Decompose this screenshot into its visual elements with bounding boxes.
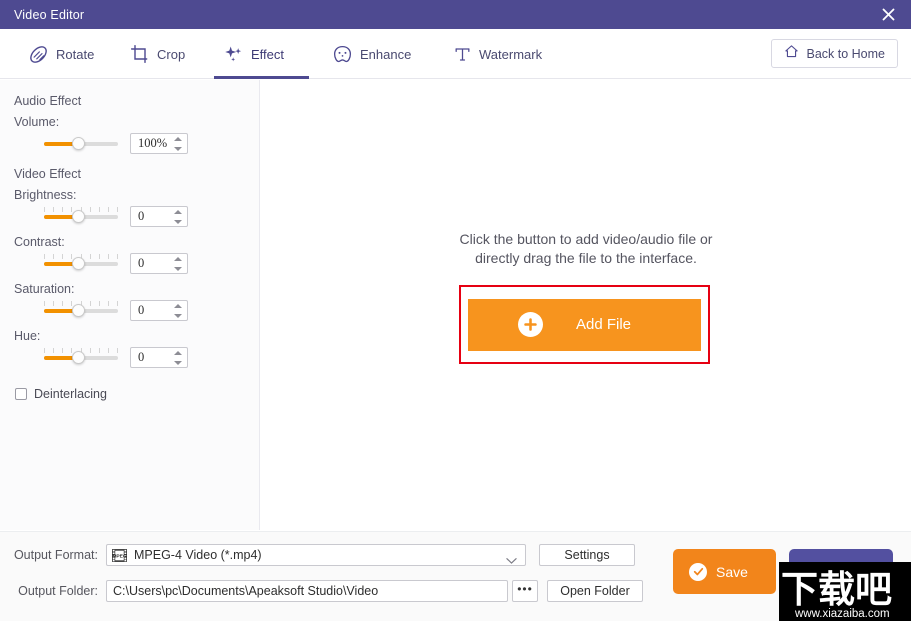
enhance-mask-icon — [332, 44, 353, 65]
output-folder-label: Output Folder: — [0, 584, 106, 598]
effect-sparkle-icon — [224, 44, 244, 64]
preview-stage: Click the button to add video/audio file… — [261, 80, 911, 530]
save-button[interactable]: Save — [673, 549, 776, 594]
output-folder-row: Output Folder: C:\Users\pc\Documents\Ape… — [0, 580, 643, 602]
tab-enhance-label: Enhance — [360, 47, 411, 62]
close-button[interactable] — [865, 0, 911, 29]
saturation-stepper-arrows[interactable] — [174, 304, 182, 318]
contrast-stepper-arrows[interactable] — [174, 257, 182, 271]
hue-control-row: 0 — [44, 345, 259, 369]
settings-button-label: Settings — [564, 548, 609, 562]
volume-slider-knob[interactable] — [72, 137, 85, 150]
hue-label: Hue: — [14, 329, 259, 343]
drop-hint-line-2: directly drag the file to the interface. — [261, 249, 911, 268]
crop-icon — [130, 44, 150, 64]
output-format-label: Output Format: — [0, 548, 106, 562]
volume-value-stepper[interactable]: 100% — [130, 133, 188, 154]
hue-value: 0 — [131, 350, 162, 365]
window-title: Video Editor — [14, 8, 84, 22]
output-folder-input[interactable]: C:\Users\pc\Documents\Apeaksoft Studio\V… — [106, 580, 508, 602]
browse-folder-button[interactable]: ••• — [512, 580, 538, 602]
hue-slider[interactable] — [44, 346, 118, 368]
audio-effect-group-title: Audio Effect — [14, 94, 259, 108]
home-icon — [784, 44, 799, 64]
open-folder-label: Open Folder — [560, 584, 629, 598]
save-button-label: Save — [716, 564, 748, 580]
video-effect-group-title: Video Effect — [14, 167, 259, 181]
tab-crop[interactable]: Crop — [120, 29, 195, 79]
watermark-text-icon — [453, 45, 472, 64]
contrast-slider-knob[interactable] — [72, 257, 85, 270]
back-to-home-label: Back to Home — [806, 47, 885, 61]
hue-stepper-arrows[interactable] — [174, 351, 182, 365]
deinterlacing-checkbox-row[interactable]: Deinterlacing — [15, 387, 259, 401]
tab-effect-label: Effect — [251, 47, 284, 62]
volume-control-row: 100% — [44, 131, 259, 155]
chevron-down-icon — [506, 552, 517, 570]
brightness-slider-knob[interactable] — [72, 210, 85, 223]
tab-crop-label: Crop — [157, 47, 185, 62]
saturation-label: Saturation: — [14, 282, 259, 296]
hue-value-stepper[interactable]: 0 — [130, 347, 188, 368]
title-bar: Video Editor — [0, 0, 911, 29]
contrast-slider[interactable] — [44, 252, 118, 274]
tab-enhance[interactable]: Enhance — [322, 29, 421, 79]
rotate-icon — [28, 44, 49, 65]
contrast-value-stepper[interactable]: 0 — [130, 253, 188, 274]
saturation-value: 0 — [131, 303, 162, 318]
tab-watermark-label: Watermark — [479, 47, 542, 62]
close-icon — [881, 7, 896, 22]
drop-hint: Click the button to add video/audio file… — [261, 230, 911, 268]
saturation-control-row: 0 — [44, 298, 259, 322]
saturation-value-stepper[interactable]: 0 — [130, 300, 188, 321]
mpeg-film-icon: MPEG — [112, 549, 127, 562]
tab-rotate[interactable]: Rotate — [18, 29, 104, 79]
saturation-slider[interactable] — [44, 299, 118, 321]
check-circle-icon — [689, 563, 707, 581]
brightness-value: 0 — [131, 209, 162, 224]
output-folder-value: C:\Users\pc\Documents\Apeaksoft Studio\V… — [113, 584, 378, 598]
drop-hint-line-1: Click the button to add video/audio file… — [261, 230, 911, 249]
toolbar: Rotate Crop Effect — [0, 29, 911, 79]
hue-slider-knob[interactable] — [72, 351, 85, 364]
tab-effect-underline — [214, 76, 309, 79]
back-to-home-button[interactable]: Back to Home — [771, 39, 898, 68]
contrast-control-row: 0 — [44, 251, 259, 275]
effect-settings-sidebar: Audio Effect Volume: 100% Video Effect B… — [0, 80, 260, 530]
watermark-chinese-text: 下载吧 — [781, 562, 892, 613]
deinterlacing-checkbox[interactable] — [15, 388, 27, 400]
tab-effect[interactable]: Effect — [214, 29, 309, 79]
contrast-label: Contrast: — [14, 235, 259, 249]
plus-circle-icon — [518, 312, 543, 337]
volume-stepper-arrows[interactable] — [174, 137, 182, 151]
output-format-select[interactable]: MPEG MPEG-4 Video (*.mp4) — [106, 544, 526, 566]
output-format-value: MPEG-4 Video (*.mp4) — [134, 548, 262, 562]
brightness-slider[interactable] — [44, 205, 118, 227]
watermark-url: www.xiazaiba.com — [795, 608, 890, 620]
add-file-button[interactable]: Add File — [468, 299, 701, 351]
contrast-value: 0 — [131, 256, 162, 271]
settings-button[interactable]: Settings — [539, 544, 635, 566]
svg-text:MPEG: MPEG — [112, 553, 127, 559]
brightness-stepper-arrows[interactable] — [174, 210, 182, 224]
brightness-value-stepper[interactable]: 0 — [130, 206, 188, 227]
browse-folder-label: ••• — [517, 586, 533, 592]
output-format-row: Output Format: MP — [0, 544, 635, 566]
volume-label: Volume: — [14, 115, 259, 129]
volume-slider[interactable] — [44, 132, 118, 154]
tab-watermark[interactable]: Watermark — [443, 29, 552, 79]
saturation-slider-knob[interactable] — [72, 304, 85, 317]
brightness-control-row: 0 — [44, 204, 259, 228]
video-editor-window: Video Editor Rotate — [0, 0, 911, 621]
open-folder-button[interactable]: Open Folder — [547, 580, 643, 602]
add-file-highlight-box: Add File — [459, 285, 710, 364]
brightness-label: Brightness: — [14, 188, 259, 202]
site-watermark-overlay: 下载吧 www.xiazaiba.com — [779, 562, 911, 621]
add-file-label: Add File — [576, 316, 631, 333]
tab-rotate-label: Rotate — [56, 47, 94, 62]
deinterlacing-label: Deinterlacing — [34, 387, 107, 401]
